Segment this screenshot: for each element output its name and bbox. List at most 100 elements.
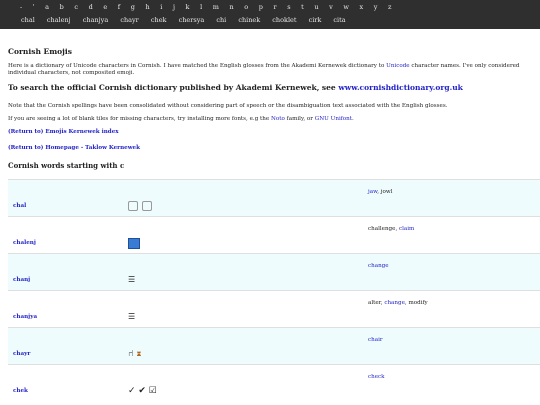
emoji-cell xyxy=(120,179,367,217)
letter-link[interactable]: g xyxy=(131,3,135,11)
word-nav-link[interactable]: cita xyxy=(333,16,345,24)
word-link[interactable]: chanj xyxy=(13,277,30,283)
table-row: chayr ⑁ ♜ chair xyxy=(8,327,540,365)
chair-glyph-icon: ⑁ xyxy=(128,349,134,359)
word-cell: chayr xyxy=(8,327,120,365)
letter-link[interactable]: t xyxy=(301,3,304,11)
homepage-link-wrap: (Return to) Homepage - Taklow Kernewek xyxy=(8,145,532,151)
fonts-note-period: . xyxy=(352,116,354,122)
letter-link[interactable]: z xyxy=(388,3,391,11)
main-content: Cornish Emojis Here is a dictionary of U… xyxy=(0,47,540,402)
word-nav-link[interactable]: chalenj xyxy=(47,16,71,24)
letter-link[interactable]: i xyxy=(160,3,162,11)
gloss-cell: check xyxy=(367,364,540,402)
top-navigation-bar: - ' a b c d e f g h i j k l m n o p r s … xyxy=(0,0,540,29)
gloss-cell: change xyxy=(367,253,540,291)
intro-text-1: Here is a dictionary of Unicode characte… xyxy=(8,63,385,69)
table-row: chalenj challenge, claim xyxy=(8,216,540,254)
word-nav-link[interactable]: choklet xyxy=(272,16,296,24)
search-heading: To search the official Cornish dictionar… xyxy=(8,83,532,92)
emoji-cell: ☰ xyxy=(120,290,367,328)
fonts-note: If you are seeing a lot of blank tiles f… xyxy=(8,116,532,123)
search-heading-text: To search the official Cornish dictionar… xyxy=(8,83,336,92)
letter-link[interactable]: w xyxy=(343,3,349,11)
intro-paragraph: Here is a dictionary of Unicode characte… xyxy=(8,63,532,77)
emoji-cell: ✓ ✔ ☑ xyxy=(120,364,367,402)
letter-link[interactable]: x xyxy=(360,3,364,11)
gloss-link[interactable]: jaw xyxy=(368,189,377,195)
word-cell: chanjya xyxy=(8,290,120,328)
letter-link[interactable]: c xyxy=(74,3,78,11)
word-nav-link[interactable]: chal xyxy=(21,16,35,24)
alphabet-nav: - ' a b c d e f g h i j k l m n o p r s … xyxy=(20,3,400,11)
letter-link[interactable]: r xyxy=(274,3,277,11)
emoji-table: chal jaw, jowl chalenj challenge, claim … xyxy=(8,179,540,402)
jowl-glyph-icon xyxy=(142,201,152,211)
emoji-cell: ☰ xyxy=(120,253,367,291)
homepage-link[interactable]: (Return to) Homepage - Taklow Kernewek xyxy=(8,145,140,151)
gloss-cell: challenge, claim xyxy=(367,216,540,254)
emoji-cell xyxy=(120,216,367,254)
word-cell: chanj xyxy=(8,253,120,291)
letter-link[interactable]: y xyxy=(374,3,378,11)
chair-icon: ♜ xyxy=(136,349,142,359)
letter-link[interactable]: j xyxy=(173,3,175,11)
letter-link[interactable]: v xyxy=(329,3,333,11)
unicode-link[interactable]: Unicode xyxy=(386,63,410,69)
gloss-text: , jowl xyxy=(377,189,393,195)
word-link[interactable]: chek xyxy=(13,388,28,394)
letter-link[interactable]: ' xyxy=(33,3,35,11)
gloss-link[interactable]: chair xyxy=(368,337,383,343)
letter-link[interactable]: o xyxy=(244,3,248,11)
gnu-unifont-link[interactable]: GNU Unifont xyxy=(315,116,352,122)
gloss-text: challenge, xyxy=(368,226,400,232)
letter-link[interactable]: - xyxy=(20,3,22,11)
page-title: Cornish Emojis xyxy=(8,47,72,56)
table-row: chanjya ☰ alter, change, modify xyxy=(8,290,540,328)
letter-link[interactable]: h xyxy=(146,3,150,11)
letter-link[interactable]: b xyxy=(60,3,64,11)
word-link[interactable]: chalenj xyxy=(13,240,36,246)
gloss-cell: chair xyxy=(367,327,540,365)
word-link[interactable]: chayr xyxy=(13,351,30,357)
letter-link[interactable]: u xyxy=(314,3,318,11)
word-nav-link[interactable]: chek xyxy=(151,16,167,24)
gloss-link[interactable]: change xyxy=(368,263,389,269)
letter-link[interactable]: e xyxy=(103,3,107,11)
table-row: chal jaw, jowl xyxy=(8,179,540,217)
fonts-note-text-1: If you are seeing a lot of blank tiles f… xyxy=(8,116,270,122)
spelling-note: Note that the Cornish spellings have bee… xyxy=(8,103,448,109)
letter-link[interactable]: m xyxy=(213,3,219,11)
change-lines-icon: ☰ xyxy=(128,311,136,321)
letter-link[interactable]: a xyxy=(45,3,49,11)
word-nav-link[interactable]: chersya xyxy=(179,16,205,24)
letter-link[interactable]: n xyxy=(230,3,234,11)
gloss-link[interactable]: claim xyxy=(399,226,414,232)
letter-link[interactable]: l xyxy=(200,3,202,11)
letter-link[interactable]: d xyxy=(89,3,93,11)
emojis-index-link[interactable]: (Return to) Emojis Kernewek index xyxy=(8,129,119,135)
word-link[interactable]: chal xyxy=(13,203,26,209)
word-nav-link[interactable]: chanjya xyxy=(83,16,108,24)
letter-link[interactable]: p xyxy=(259,3,263,11)
gloss-cell: jaw, jowl xyxy=(367,179,540,217)
word-nav-link[interactable]: chayr xyxy=(120,16,138,24)
letter-link[interactable]: f xyxy=(118,3,120,11)
cornish-dictionary-link[interactable]: www.cornishdictionary.org.uk xyxy=(338,83,463,92)
word-nav-link[interactable]: cirk xyxy=(309,16,322,24)
emojis-index-link-wrap: (Return to) Emojis Kernewek index xyxy=(8,129,532,135)
word-nav-link[interactable]: chi xyxy=(216,16,226,24)
gloss-link[interactable]: change xyxy=(384,300,405,306)
emoji-cell: ⑁ ♜ xyxy=(120,327,367,365)
word-link[interactable]: chanjya xyxy=(13,314,37,320)
section-heading: Cornish words starting with c xyxy=(8,161,125,170)
word-cell: chalenj xyxy=(8,216,120,254)
letter-link[interactable]: k xyxy=(186,3,190,11)
letter-link[interactable]: s xyxy=(287,3,290,11)
gloss-link[interactable]: check xyxy=(368,374,385,380)
fonts-note-text-2: family, or xyxy=(286,116,313,122)
noto-link[interactable]: Noto xyxy=(271,116,285,122)
change-lines-icon: ☰ xyxy=(128,274,136,284)
film-frames-icon xyxy=(128,238,140,249)
word-nav-link[interactable]: chinek xyxy=(238,16,260,24)
